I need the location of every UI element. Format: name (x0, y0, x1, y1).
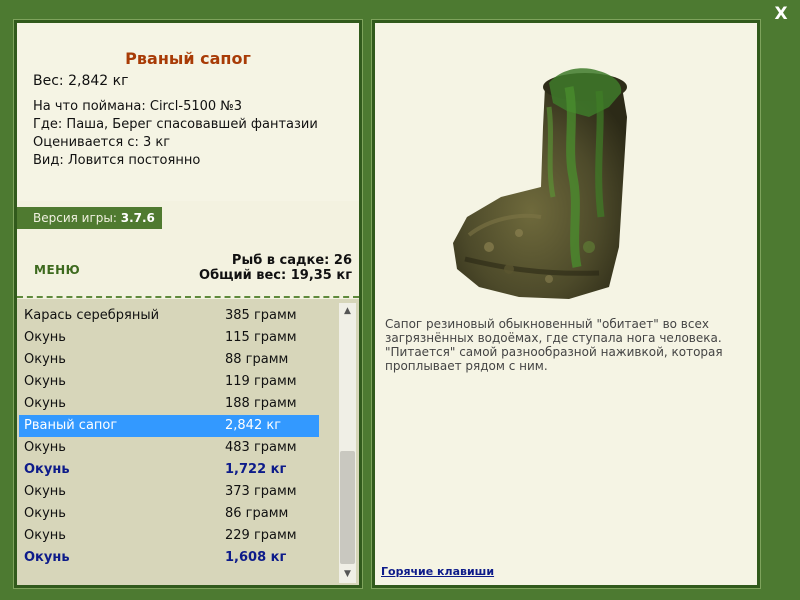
list-item-trophy[interactable]: Окунь 1,722 кг (19, 459, 319, 481)
close-button[interactable]: X (772, 4, 790, 24)
list-item[interactable]: Карась серебряный 385 грамм (19, 305, 319, 327)
list-item[interactable]: Окунь 115 грамм (19, 327, 319, 349)
catch-frequency: Вид: Ловится постоянно (33, 153, 201, 168)
caught-where: Где: Паша, Берег спасовавшей фантазии (33, 117, 318, 132)
hotkeys-link[interactable]: Горячие клавиши (381, 565, 494, 578)
fish-count: Рыб в садке: 26 (231, 253, 352, 268)
list-item[interactable]: Окунь 483 грамм (19, 437, 319, 459)
dashed-divider (17, 296, 359, 298)
list-item[interactable]: Окунь 229 грамм (19, 525, 319, 547)
list-item[interactable]: Окунь 86 грамм (19, 503, 319, 525)
menu-button[interactable]: МЕНЮ (34, 263, 80, 277)
boot-image (453, 68, 627, 299)
total-weight: Общий вес: 19,35 кг (199, 268, 352, 283)
catch-list[interactable]: Карась серебряный 385 грамм Окунь 115 грам… (17, 299, 359, 585)
fish-info-panel: Рваный сапог Вес: 2,842 кг На что пойман… (13, 19, 363, 589)
version-badge: Версия игры: 3.7.6 (17, 207, 162, 229)
version-value: 3.7.6 (120, 211, 155, 225)
fish-weight: Вес: 2,842 кг (33, 73, 129, 89)
list-item[interactable]: Окунь 88 грамм (19, 349, 319, 371)
caught-with: На что поймана: Circl-5100 №3 (33, 99, 243, 114)
close-icon: X (774, 4, 788, 24)
list-item-trophy[interactable]: Окунь 1,608 кг (19, 547, 319, 569)
item-view-panel: Сапог резиновый обыкновенный "обитает" в… (371, 19, 761, 589)
list-item-selected[interactable]: Рваный сапог 2,842 кг (19, 415, 319, 437)
list-item[interactable]: Окунь 373 грамм (19, 481, 319, 503)
fish-details: Рваный сапог Вес: 2,842 кг На что пойман… (17, 23, 359, 201)
chevron-down-icon[interactable]: ▼ (339, 566, 356, 583)
scrollbar-thumb[interactable] (340, 451, 355, 564)
item-description: Сапог резиновый обыкновенный "обитает" в… (385, 317, 723, 373)
list-scrollbar[interactable]: ▲ ▼ (339, 303, 356, 583)
version-label: Версия игры: (33, 211, 117, 225)
fish-title: Рваный сапог (125, 49, 251, 68)
list-item[interactable]: Окунь 119 грамм (19, 371, 319, 393)
rated-from: Оценивается с: 3 кг (33, 135, 171, 150)
chevron-up-icon[interactable]: ▲ (339, 303, 356, 320)
list-item[interactable]: Окунь 188 грамм (19, 393, 319, 415)
